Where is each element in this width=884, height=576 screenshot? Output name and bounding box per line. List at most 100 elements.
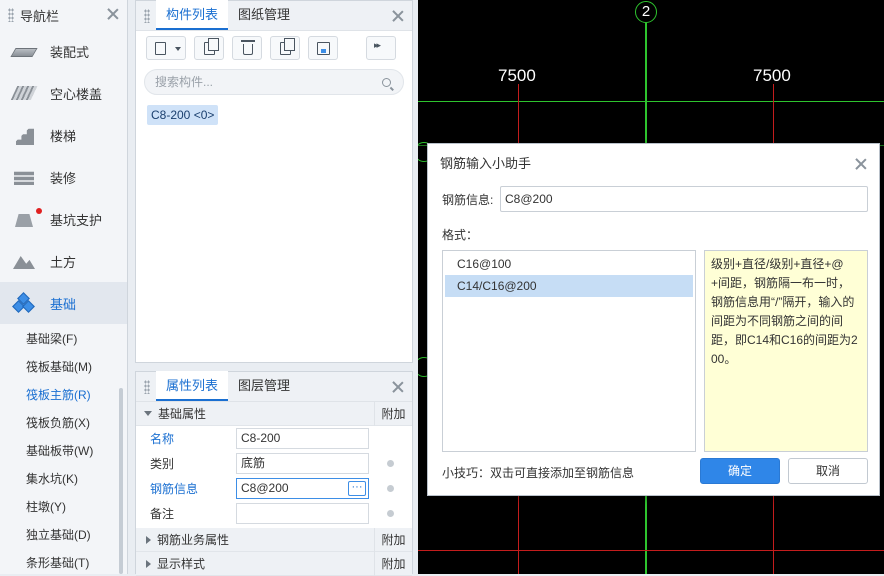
format-list[interactable]: C16@100 C14/C16@200 xyxy=(442,250,696,452)
nav-category-label: 装修 xyxy=(50,170,77,186)
extra-checkbox[interactable] xyxy=(387,485,394,492)
nav-subitem[interactable]: 筏板基础(M) xyxy=(0,352,127,380)
drag-handle-icon[interactable] xyxy=(144,379,150,394)
close-icon[interactable] xyxy=(392,381,404,393)
extra-column-header: 附加 xyxy=(374,402,412,426)
nav-category-label: 土方 xyxy=(50,254,77,270)
cancel-button[interactable]: 取消 xyxy=(788,458,868,484)
property-row-category: 类别 底筋 xyxy=(136,451,412,476)
property-row-remark: 备注 xyxy=(136,501,412,526)
dialog-title-bar[interactable]: 钢筋输入小助手 xyxy=(428,144,879,184)
rebar-info-row: 钢筋信息: xyxy=(428,184,879,214)
nav-subitem[interactable]: 集水坑(K) xyxy=(0,464,127,492)
nav-subitem[interactable]: 基础梁(F) xyxy=(0,324,127,352)
nav-category-stairs[interactable]: 楼梯 xyxy=(0,114,127,156)
nav-category-label: 楼梯 xyxy=(50,128,77,144)
axis-label: 2 xyxy=(635,1,657,23)
nav-subitem-selected[interactable]: 筏板主筋(R) xyxy=(0,380,127,408)
ok-button[interactable]: 确定 xyxy=(700,458,780,484)
property-value-category[interactable]: 底筋 xyxy=(236,453,369,474)
component-search xyxy=(144,69,404,95)
more-tools-button[interactable] xyxy=(366,36,396,60)
component-list-panel: 构件列表 图纸管理 C8-200 <0> xyxy=(135,0,413,363)
property-label: 类别 xyxy=(150,457,175,471)
nav-category-label: 基础 xyxy=(50,296,77,312)
nav-category-label: 空心楼盖 xyxy=(50,86,103,102)
dimension-label: 7500 xyxy=(498,66,536,85)
new-component-button[interactable] xyxy=(146,36,186,60)
hollow-slab-icon xyxy=(10,82,38,104)
earthwork-icon xyxy=(12,250,36,272)
format-item[interactable]: C16@100 xyxy=(445,253,693,275)
pit-support-icon xyxy=(12,208,36,230)
group-rebar-business[interactable]: 钢筋业务属性 附加 xyxy=(136,528,412,552)
decoration-icon xyxy=(12,166,36,188)
copy-component-button[interactable] xyxy=(194,36,224,60)
group-title: 钢筋业务属性 xyxy=(157,533,230,547)
save-component-button[interactable] xyxy=(308,36,338,60)
nav-subitem[interactable]: 基础板带(W) xyxy=(0,436,127,464)
nav-subitem[interactable]: 条形基础(T) xyxy=(0,548,127,576)
group-title: 基础属性 xyxy=(158,407,207,421)
collapse-arrow-icon xyxy=(146,559,151,568)
component-item[interactable]: C8-200 <0> xyxy=(147,105,219,125)
red-rebar-line xyxy=(418,550,884,551)
close-icon[interactable] xyxy=(392,10,404,22)
close-icon[interactable] xyxy=(855,158,867,170)
property-list-panel: 属性列表 图层管理 基础属性 附加 名称 C8-200 类别 底筋 钢筋信息 C… xyxy=(135,371,413,576)
notification-dot xyxy=(36,208,42,214)
group-title: 显示样式 xyxy=(157,557,206,571)
property-value-remark[interactable] xyxy=(236,503,369,524)
tab-drawing-management[interactable]: 图纸管理 xyxy=(228,0,300,30)
nav-category-hollow-slab[interactable]: 空心楼盖 xyxy=(0,72,127,114)
stairs-icon xyxy=(12,124,36,146)
trash-icon xyxy=(241,40,255,55)
tab-layer-management[interactable]: 图层管理 xyxy=(228,371,300,401)
property-row-rebar: 钢筋信息 C8@200 ··· xyxy=(136,476,412,501)
nav-subitem[interactable]: 柱墩(Y) xyxy=(0,492,127,520)
extra-column-header: 附加 xyxy=(374,528,412,552)
format-label: 格式： xyxy=(442,228,479,242)
search-input[interactable] xyxy=(155,75,365,89)
nav-scrollbar[interactable] xyxy=(119,388,123,574)
format-item-selected[interactable]: C14/C16@200 xyxy=(445,275,693,297)
close-icon[interactable] xyxy=(107,8,119,20)
property-tabs: 属性列表 图层管理 xyxy=(136,371,412,402)
search-icon[interactable] xyxy=(382,78,391,87)
ellipsis-button[interactable]: ··· xyxy=(348,481,366,496)
nav-subitem[interactable]: 独立基础(D) xyxy=(0,520,127,548)
component-tabs: 构件列表 图纸管理 xyxy=(136,0,412,31)
chevron-down-icon xyxy=(175,47,181,51)
component-toolbar xyxy=(136,31,412,65)
group-display-style[interactable]: 显示样式 附加 xyxy=(136,552,412,576)
nav-subitem[interactable]: 筏板负筋(X) xyxy=(0,408,127,436)
property-label: 钢筋信息 xyxy=(150,482,199,496)
nav-category-prefab[interactable]: 装配式 xyxy=(0,30,127,72)
tab-component-list[interactable]: 构件列表 xyxy=(156,0,229,30)
nav-category-earthwork[interactable]: 土方 xyxy=(0,240,127,282)
nav-title: 导航栏 xyxy=(20,8,60,24)
nav-header: 导航栏 xyxy=(0,0,127,30)
extra-checkbox[interactable] xyxy=(387,510,394,517)
rebar-info-input[interactable] xyxy=(500,186,868,212)
nav-category-pit-support[interactable]: 基坑支护 xyxy=(0,198,127,240)
drag-handle-icon[interactable] xyxy=(8,8,14,22)
nav-category-decoration[interactable]: 装修 xyxy=(0,156,127,198)
new-file-icon xyxy=(155,42,166,55)
delete-component-button[interactable] xyxy=(232,36,262,60)
duplicate-icon xyxy=(280,38,295,55)
rebar-input-dialog: 钢筋输入小助手 钢筋信息: 格式： C16@100 C14/C16@200 级别… xyxy=(427,143,880,496)
property-label: 备注 xyxy=(150,507,175,521)
tab-property-list[interactable]: 属性列表 xyxy=(156,371,229,401)
property-row-name: 名称 C8-200 xyxy=(136,426,412,451)
property-value-name[interactable]: C8-200 xyxy=(236,428,369,449)
duplicate-layer-button[interactable] xyxy=(270,36,300,60)
extra-checkbox[interactable] xyxy=(387,460,394,467)
group-basic-properties[interactable]: 基础属性 附加 xyxy=(136,402,412,426)
rebar-value-text: C8@200 xyxy=(241,481,289,495)
drag-handle-icon[interactable] xyxy=(144,8,150,23)
nav-category-label: 装配式 xyxy=(50,44,90,60)
property-value-rebar[interactable]: C8@200 ··· xyxy=(236,478,369,499)
format-help-text: 级别+直径/级别+直径+@+间距，钢筋隔一布一时，钢筋信息用“/”隔开，输入的间… xyxy=(704,250,868,452)
nav-category-foundation[interactable]: 基础 xyxy=(0,282,127,324)
